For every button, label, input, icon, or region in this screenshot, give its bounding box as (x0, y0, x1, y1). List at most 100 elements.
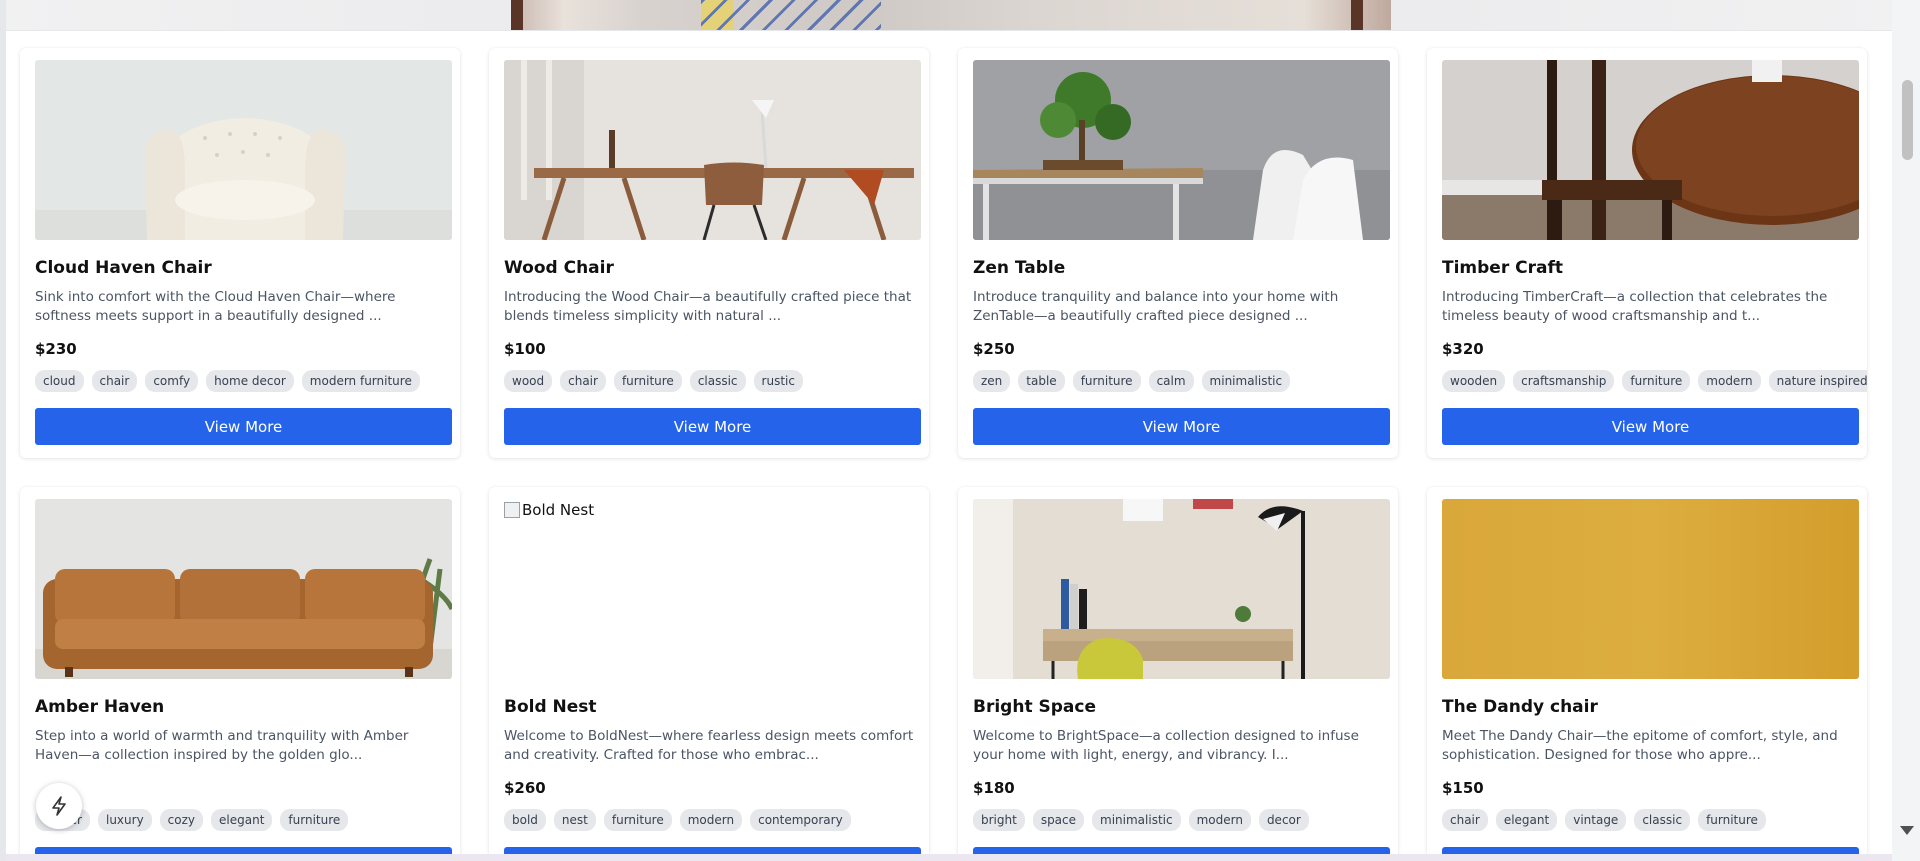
tag: home decor (206, 370, 294, 392)
product-image[interactable] (1442, 499, 1859, 679)
product-price: $150 (1442, 779, 1484, 797)
product-tags: wood chair furniture classic rustic (504, 370, 803, 392)
tag: furniture (1622, 370, 1691, 392)
product-image[interactable] (504, 60, 921, 240)
scrollbar-thumb[interactable] (1902, 80, 1913, 160)
product-card: The Dandy chair Meet The Dandy Chair—the… (1427, 487, 1867, 861)
product-card: Bold Nest Bold Nest Welcome to BoldNest—… (489, 487, 929, 861)
product-description: Introducing TimberCraft—a collection tha… (1442, 289, 1828, 324)
tag: wood (504, 370, 553, 392)
tag: contemporary (750, 809, 851, 831)
product-card: Cloud Haven Chair Sink into comfort with… (20, 48, 460, 458)
tag: furniture (613, 370, 682, 392)
view-more-button[interactable]: View More (35, 408, 452, 445)
tag: modern (1698, 370, 1761, 392)
product-price: $230 (35, 340, 77, 358)
tag: vintage (1565, 809, 1627, 831)
bolt-icon (52, 796, 66, 816)
product-image[interactable] (973, 499, 1390, 679)
hero-banner-image (6, 0, 1892, 31)
product-description: Meet The Dandy Chair—the epitome of comf… (1442, 728, 1838, 763)
product-image[interactable] (1442, 60, 1859, 240)
product-price: $250 (973, 340, 1015, 358)
product-tags: cloud chair comfy home decor modern furn… (35, 370, 420, 392)
tag: wooden (1442, 370, 1506, 392)
product-image-broken[interactable]: Bold Nest (504, 499, 921, 679)
product-tags: wooden craftsmanship furniture modern na… (1442, 370, 1867, 392)
tag: modern (679, 809, 743, 831)
tag: furniture (280, 809, 349, 831)
page: Cloud Haven Chair Sink into comfort with… (0, 0, 1892, 861)
product-image[interactable] (35, 60, 452, 240)
tag: cloud (35, 370, 84, 392)
tag: nest (553, 809, 596, 831)
product-image[interactable] (35, 499, 452, 679)
tag: calm (1148, 370, 1194, 392)
view-more-button[interactable]: View More (1442, 408, 1859, 445)
product-description: Introducing the Wood Chair—a beautifully… (504, 289, 912, 324)
image-alt-text: Bold Nest (522, 501, 595, 519)
product-description: Step into a world of warmth and tranquil… (35, 728, 409, 763)
product-price: $180 (973, 779, 1015, 797)
tag: minimalistic (1201, 370, 1291, 392)
product-card: Amber Haven Step into a world of warmth … (20, 487, 460, 861)
view-more-button[interactable]: View More (504, 408, 921, 445)
tag: decor (1258, 809, 1309, 831)
tag: chair (1442, 809, 1488, 831)
tag: rustic (753, 370, 803, 392)
product-title[interactable]: Zen Table (973, 258, 1065, 278)
tag: bright (973, 809, 1025, 831)
product-tags: bright space minimalistic modern decor (973, 809, 1309, 831)
rug-image (511, 0, 1391, 30)
tag: modern furniture (301, 370, 420, 392)
bottom-edge (6, 854, 1892, 861)
product-description: Welcome to BoldNest—where fearless desig… (504, 728, 914, 763)
tag: bold (504, 809, 546, 831)
product-description: Welcome to BrightSpace—a collection desi… (973, 728, 1359, 763)
tag: furniture (1698, 809, 1766, 831)
tag: cozy (159, 809, 204, 831)
product-title[interactable]: Amber Haven (35, 697, 164, 717)
product-title[interactable]: Bright Space (973, 697, 1096, 717)
product-title[interactable]: Bold Nest (504, 697, 597, 717)
vertical-scrollbar[interactable] (1892, 0, 1920, 861)
tag: minimalistic (1092, 809, 1181, 831)
product-card: Zen Table Introduce tranquility and bala… (958, 48, 1398, 458)
tag: chair (91, 370, 138, 392)
product-title[interactable]: The Dandy chair (1442, 697, 1598, 717)
tag: furniture (603, 809, 672, 831)
tag: furniture (1072, 370, 1141, 392)
tag: table (1018, 370, 1065, 392)
product-tags: bold nest furniture modern contemporary (504, 809, 851, 831)
tag: chair (560, 370, 606, 392)
tag: comfy (145, 370, 199, 392)
product-title[interactable]: Wood Chair (504, 258, 614, 278)
tag: zen (973, 370, 1011, 392)
product-description: Sink into comfort with the Cloud Haven C… (35, 289, 396, 324)
tag: modern (1188, 809, 1251, 831)
product-tags: zen table furniture calm minimalistic (973, 370, 1291, 392)
tag: elegant (1495, 809, 1558, 831)
tag: classic (689, 370, 746, 392)
product-card: Bright Space Welcome to BrightSpace—a co… (958, 487, 1398, 861)
hero-frame-right (1351, 0, 1363, 30)
view-more-button[interactable]: View More (973, 408, 1390, 445)
product-description: Introduce tranquility and balance into y… (973, 289, 1339, 324)
broken-image-alt: Bold Nest (504, 501, 594, 519)
product-price: $260 (504, 779, 546, 797)
tag: nature inspired (1768, 370, 1867, 392)
tag: craftsmanship (1513, 370, 1615, 392)
scroll-down-arrow-icon[interactable] (1900, 826, 1914, 835)
hero-frame-left (511, 0, 523, 30)
floating-action-button[interactable] (36, 783, 82, 829)
product-title[interactable]: Timber Craft (1442, 258, 1563, 278)
product-title[interactable]: Cloud Haven Chair (35, 258, 212, 278)
tag: luxury (97, 809, 152, 831)
product-tags: amber luxury cozy elegant furniture (35, 809, 349, 831)
broken-image-icon (504, 502, 520, 518)
product-price: $100 (504, 340, 546, 358)
tag: classic (1634, 809, 1691, 831)
product-price: $320 (1442, 340, 1484, 358)
product-tags: chair elegant vintage classic furniture (1442, 809, 1766, 831)
product-image[interactable] (973, 60, 1390, 240)
